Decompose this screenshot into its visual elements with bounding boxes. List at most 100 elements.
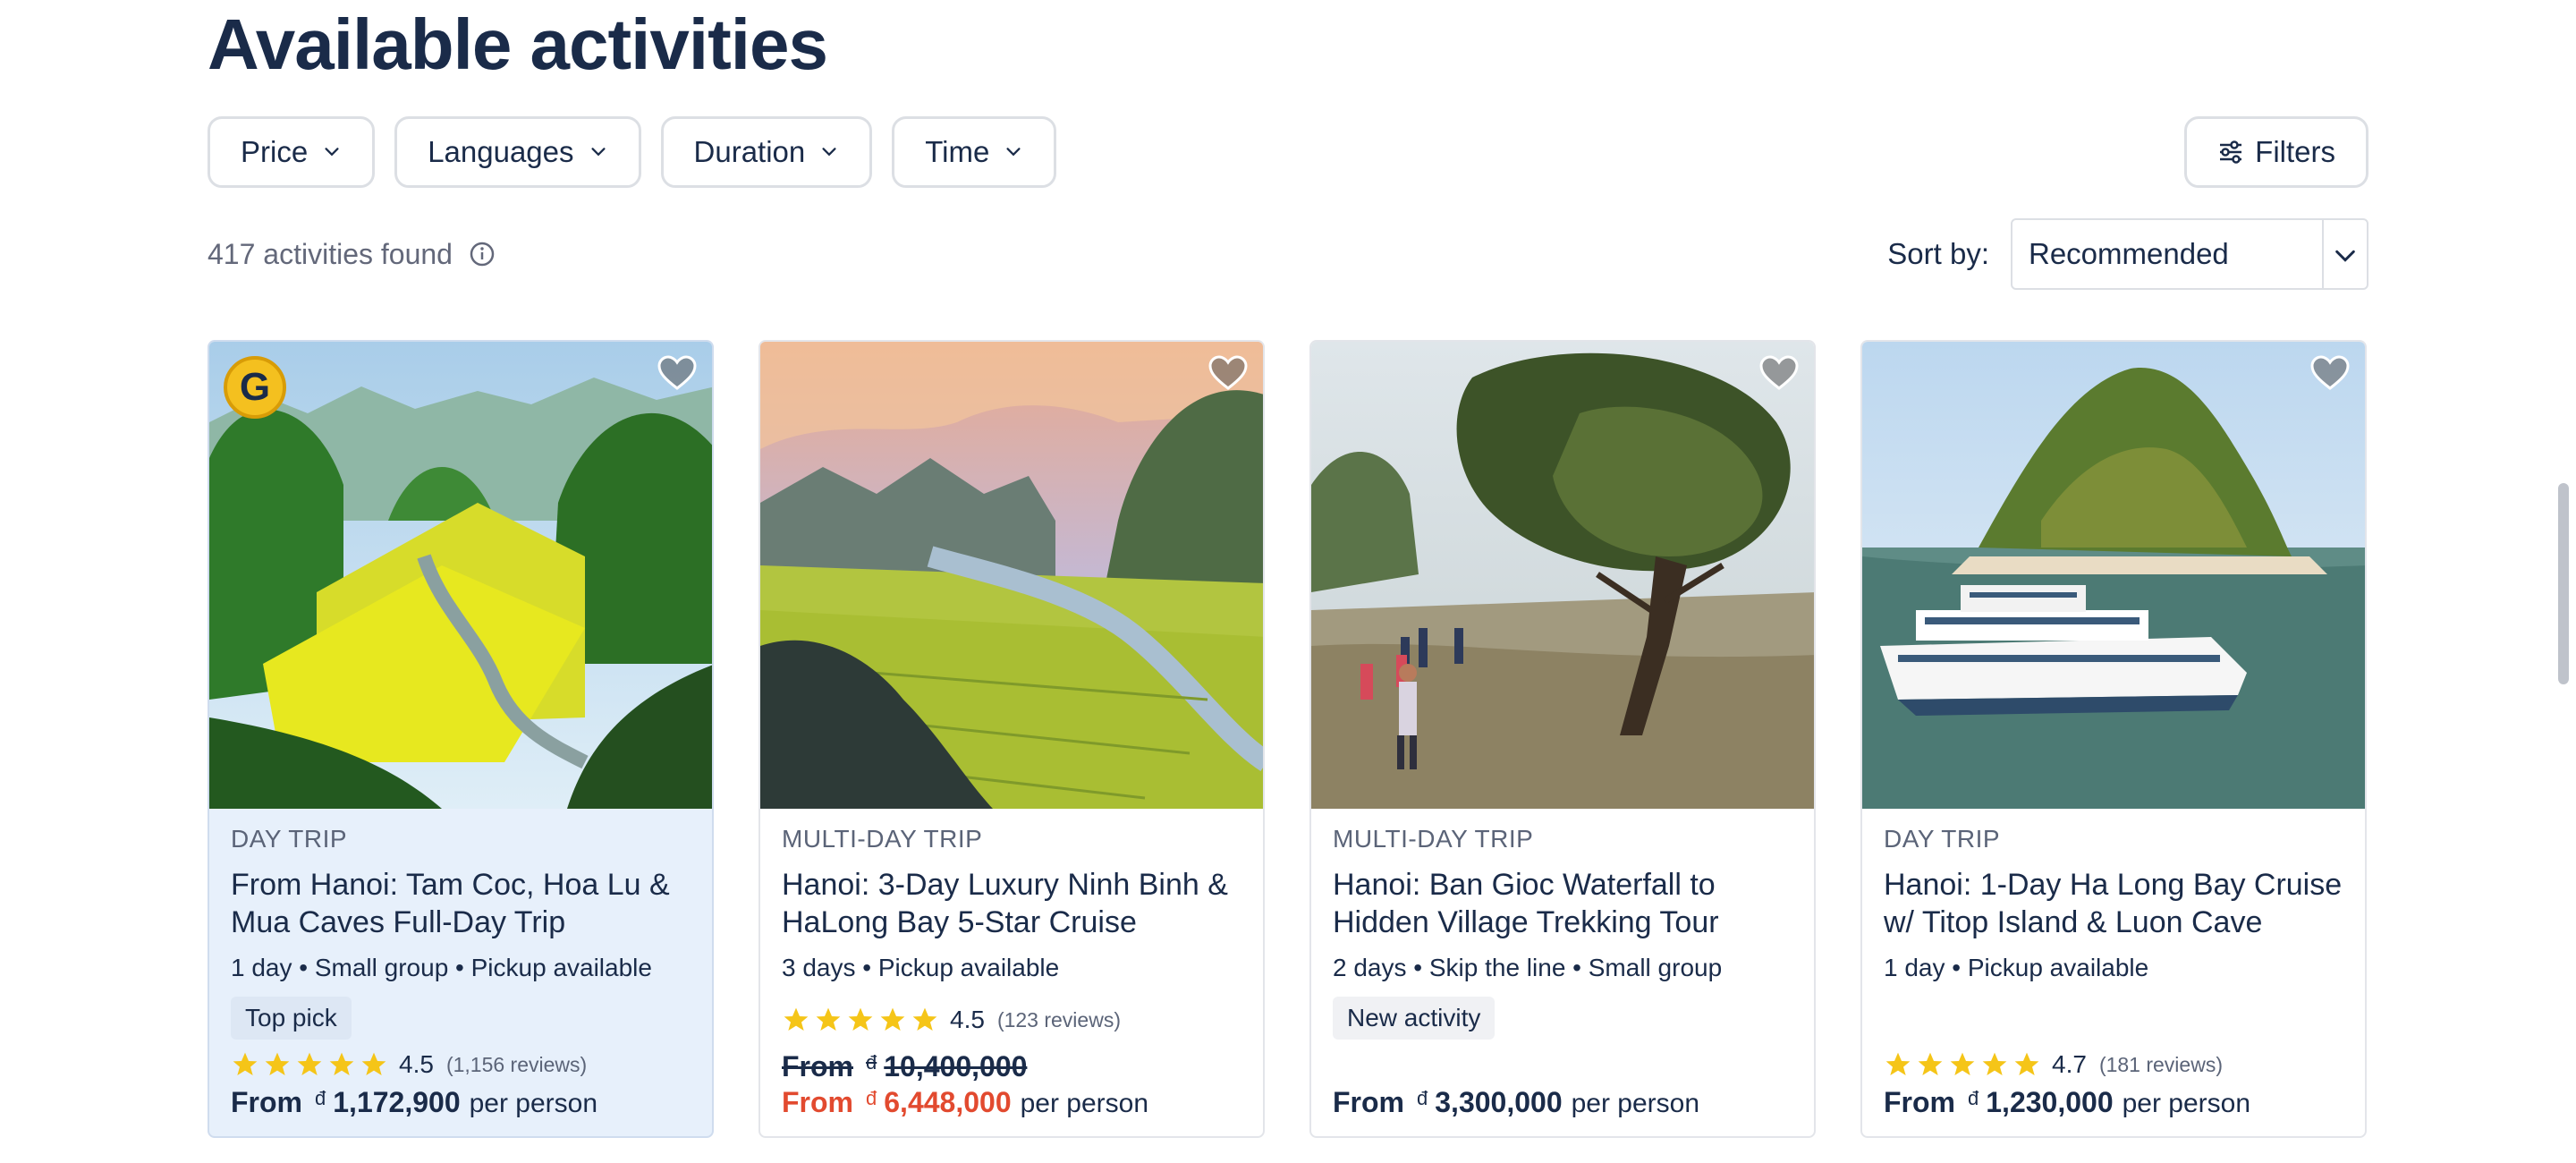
filter-bar: Price Languages Duration Time	[208, 116, 1057, 188]
activity-card[interactable]: G DAY TRIP From Hanoi: Tam Coc, Hoa Lu &…	[208, 340, 714, 1138]
star-rating	[1884, 1050, 2041, 1079]
star-icon	[1950, 1052, 1975, 1075]
review-count: (181 reviews)	[2098, 1052, 2223, 1076]
rating-row: 4.7 (181 reviews)	[1884, 1050, 2223, 1079]
all-filters-button[interactable]: Filters	[2184, 116, 2368, 188]
price-from-label: From	[231, 1086, 302, 1118]
top-pick-badge: Top pick	[231, 997, 352, 1040]
filter-languages-button[interactable]: Languages	[394, 116, 641, 188]
info-icon[interactable]	[469, 241, 496, 267]
card-body: MULTI-DAY TRIP Hanoi: 3-Day Luxury Ninh …	[782, 825, 1241, 982]
star-icon	[880, 1007, 905, 1031]
price-from-label: From	[782, 1050, 853, 1082]
results-count: 417 activities found	[208, 237, 453, 270]
per-person-label: per person	[1020, 1089, 1149, 1118]
wishlist-heart-icon[interactable]	[2309, 354, 2351, 392]
activity-card[interactable]: MULTI-DAY TRIP Hanoi: Ban Gioc Waterfall…	[1309, 340, 1816, 1138]
new-activity-badge: New activity	[1333, 997, 1496, 1040]
page-scrollbar-thumb[interactable]	[2558, 483, 2569, 684]
activity-photo	[760, 342, 1263, 809]
activity-meta: 3 days • Pickup available	[782, 954, 1060, 981]
star-icon	[1918, 1052, 1943, 1075]
activity-photo	[1862, 342, 2365, 809]
sale-price-amount: 6,448,000	[884, 1086, 1012, 1118]
per-person-label: per person	[469, 1089, 598, 1118]
card-body: DAY TRIP From Hanoi: Tam Coc, Hoa Lu & M…	[231, 825, 691, 1040]
activity-card[interactable]: MULTI-DAY TRIP Hanoi: 3-Day Luxury Ninh …	[758, 340, 1265, 1138]
rating-row: 4.5 (123 reviews)	[782, 1006, 1121, 1034]
star-rating	[782, 1006, 939, 1034]
sort-select[interactable]: Recommended	[2011, 218, 2368, 290]
filter-label: Time	[925, 135, 990, 168]
review-count: (123 reviews)	[996, 1007, 1121, 1031]
star-half-icon	[912, 1007, 937, 1031]
chevron-down-icon	[325, 148, 339, 157]
chevron-down-icon	[1006, 148, 1021, 157]
activity-meta: 2 days • Skip the line • Small group	[1333, 954, 1723, 981]
wishlist-heart-icon[interactable]	[1208, 354, 1249, 392]
star-icon	[233, 1052, 258, 1075]
star-icon	[1982, 1052, 2007, 1075]
activity-category: DAY TRIP	[231, 825, 348, 853]
filters-label: Filters	[2255, 135, 2335, 168]
star-icon	[265, 1052, 290, 1075]
star-icon	[816, 1007, 841, 1031]
star-icon	[784, 1007, 809, 1031]
price-row: From đ 6,448,000 per person	[782, 1086, 1148, 1119]
activity-meta: 1 day • Small group • Pickup available	[231, 954, 652, 981]
sort-label: Sort by:	[1887, 237, 1989, 270]
chevron-down-icon	[590, 148, 606, 157]
wishlist-heart-icon[interactable]	[657, 354, 698, 392]
per-person-label: per person	[2122, 1089, 2251, 1118]
original-price-row: From đ 10,400,000	[782, 1050, 1027, 1083]
currency-symbol: đ	[866, 1087, 877, 1109]
filter-label: Price	[241, 135, 309, 168]
filter-duration-button[interactable]: Duration	[660, 116, 873, 188]
price-amount: 3,300,000	[1435, 1086, 1563, 1118]
activity-category: MULTI-DAY TRIP	[1333, 825, 1534, 853]
activity-cards: G DAY TRIP From Hanoi: Tam Coc, Hoa Lu &…	[208, 340, 2367, 1138]
select-divider	[2322, 220, 2324, 288]
activity-title[interactable]: Hanoi: Ban Gioc Waterfall to Hidden Vill…	[1333, 866, 1792, 941]
filter-time-button[interactable]: Time	[892, 116, 1057, 188]
rating-value: 4.5	[399, 1050, 434, 1078]
activity-meta: 1 day • Pickup available	[1884, 954, 2149, 981]
activities-section: Available activities Price Languages Dur…	[208, 0, 2368, 1163]
activity-title[interactable]: Hanoi: 1-Day Ha Long Bay Cruise w/ Titop…	[1884, 866, 2343, 941]
rating-value: 4.5	[950, 1006, 985, 1033]
page-title: Available activities	[208, 4, 828, 84]
card-body: MULTI-DAY TRIP Hanoi: Ban Gioc Waterfall…	[1333, 825, 1792, 1040]
price-from-label: From	[782, 1086, 853, 1118]
wishlist-heart-icon[interactable]	[1758, 354, 1800, 392]
results-count-row: 417 activities found	[208, 233, 496, 276]
currency-symbol: đ	[1968, 1087, 1979, 1109]
sliders-icon	[2220, 140, 2242, 164]
activity-card[interactable]: DAY TRIP Hanoi: 1-Day Ha Long Bay Cruise…	[1860, 340, 2367, 1138]
price-from-label: From	[1884, 1086, 1955, 1118]
activity-photo	[1311, 342, 1814, 809]
chevron-down-icon	[2335, 250, 2355, 262]
star-icon	[329, 1052, 354, 1075]
activity-category: DAY TRIP	[1884, 825, 2001, 853]
rating-value: 4.7	[2052, 1050, 2087, 1078]
star-icon	[2014, 1052, 2039, 1075]
activity-title[interactable]: Hanoi: 3-Day Luxury Ninh Binh & HaLong B…	[782, 866, 1241, 941]
price-amount: 1,172,900	[333, 1086, 461, 1118]
sort-value: Recommended	[2029, 237, 2229, 270]
activity-photo: G	[209, 342, 712, 809]
currency-symbol: đ	[866, 1051, 877, 1074]
filter-label: Languages	[428, 135, 574, 168]
sort-control: Sort by: Recommended	[1887, 218, 2368, 290]
review-count: (1,156 reviews)	[445, 1052, 588, 1076]
activity-category: MULTI-DAY TRIP	[782, 825, 983, 853]
card-body: DAY TRIP Hanoi: 1-Day Ha Long Bay Cruise…	[1884, 825, 2343, 982]
rating-row: 4.5 (1,156 reviews)	[231, 1050, 587, 1079]
price-row: From đ 3,300,000 per person	[1333, 1086, 1699, 1119]
activity-title[interactable]: From Hanoi: Tam Coc, Hoa Lu & Mua Caves …	[231, 866, 691, 941]
getyourguide-originals-badge: G	[224, 356, 286, 419]
star-icon	[848, 1007, 873, 1031]
filter-label: Duration	[693, 135, 806, 168]
star-icon	[297, 1052, 322, 1075]
original-price-amount: 10,400,000	[884, 1050, 1028, 1082]
filter-price-button[interactable]: Price	[208, 116, 376, 188]
